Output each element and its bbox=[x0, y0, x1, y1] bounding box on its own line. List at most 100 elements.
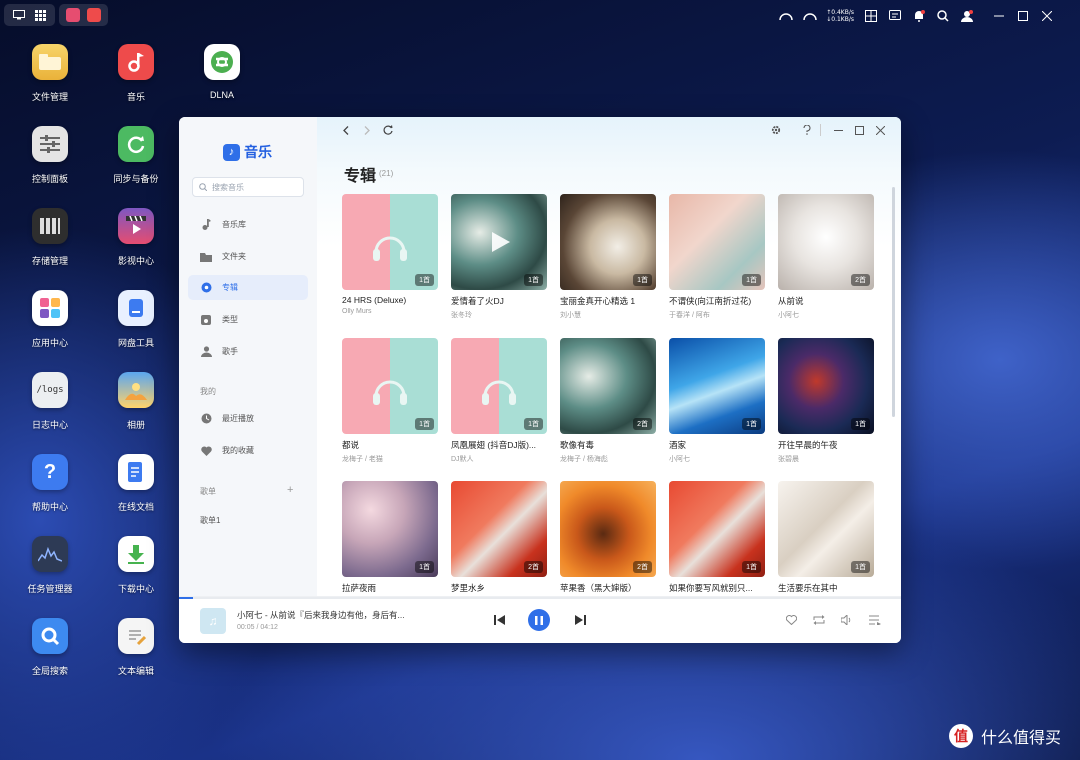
desktop-icon-text-editor[interactable]: 文本编辑 bbox=[96, 618, 176, 677]
album-cover[interactable]: 1首 bbox=[342, 481, 438, 577]
album-card[interactable]: 2首 从前说 小阿七 bbox=[778, 194, 874, 320]
album-card[interactable]: 2首苹果香（黑大婶版） bbox=[560, 481, 656, 597]
desktop-icon-photos[interactable]: 相册 bbox=[96, 372, 176, 431]
album-cover[interactable]: 2首 bbox=[778, 194, 874, 290]
desktop-icon-cloud-drive[interactable]: 网盘工具 bbox=[96, 290, 176, 349]
album-name[interactable]: 都说 bbox=[342, 439, 438, 451]
bell-icon[interactable] bbox=[911, 8, 926, 23]
search-icon[interactable] bbox=[935, 8, 950, 23]
nav-recent-played[interactable]: 最近播放 bbox=[188, 406, 308, 431]
album-card[interactable]: 1首如果你要写风就别只... bbox=[669, 481, 765, 597]
album-cover[interactable]: 1首 bbox=[669, 338, 765, 434]
desktop-icon-control-panel[interactable]: 控制面板 bbox=[10, 126, 90, 185]
playlist-queue-icon[interactable] bbox=[867, 612, 883, 628]
album-cover[interactable]: 1首 bbox=[560, 194, 656, 290]
back-icon[interactable] bbox=[339, 123, 353, 137]
add-playlist-button[interactable]: + bbox=[287, 484, 293, 496]
progress-bar[interactable] bbox=[179, 597, 901, 599]
album-cover[interactable]: 2首 bbox=[451, 481, 547, 577]
album-name[interactable]: 如果你要写风就别只... bbox=[669, 582, 765, 594]
nav-singers[interactable]: 歌手 bbox=[188, 339, 308, 364]
widgets-icon[interactable] bbox=[863, 8, 878, 23]
album-card[interactable]: 1首 酒家 小阿七 bbox=[669, 338, 765, 464]
desktop-icon-music[interactable]: 音乐 bbox=[96, 44, 176, 103]
desktop-icon-task-manager[interactable]: 任务管理器 bbox=[10, 536, 90, 595]
album-card[interactable]: 1首 都说 龙梅子 / 老猫 bbox=[342, 338, 438, 464]
desktop-icon-global-search[interactable]: 全局搜索 bbox=[10, 618, 90, 677]
search-input[interactable]: 搜索音乐 bbox=[192, 177, 304, 197]
maximize-icon[interactable] bbox=[1015, 8, 1030, 23]
album-card[interactable]: 1首 24 HRS (Deluxe) Olly Murs bbox=[342, 194, 438, 315]
favorite-heart-icon[interactable] bbox=[783, 612, 799, 628]
album-card[interactable]: 1首开往早晨的午夜 张碧晨 bbox=[778, 338, 874, 464]
window-minimize-icon[interactable] bbox=[831, 123, 845, 137]
album-artist[interactable]: 张碧晨 bbox=[778, 454, 874, 464]
minimize-icon[interactable] bbox=[991, 8, 1006, 23]
forward-icon[interactable] bbox=[360, 123, 374, 137]
playlist-item[interactable]: 歌单1 bbox=[200, 515, 220, 526]
album-name[interactable]: 苹果香（黑大婶版） bbox=[560, 582, 656, 594]
album-artist[interactable]: DJ默人 bbox=[451, 454, 547, 464]
desktop-icon-download-center[interactable]: 下载中心 bbox=[96, 536, 176, 595]
volume-icon[interactable] bbox=[839, 612, 855, 628]
desktop-icon-log-center[interactable]: /logs 日志中心 bbox=[10, 372, 90, 431]
nav-genres[interactable]: 类型 bbox=[188, 307, 308, 332]
album-card[interactable]: 1首 宝丽金真开心精选 1 刘小慧 bbox=[560, 194, 656, 320]
album-artist[interactable]: 张冬玲 bbox=[451, 310, 547, 320]
show-desktop-icon[interactable] bbox=[11, 8, 26, 23]
album-cover[interactable]: 1首 bbox=[778, 338, 874, 434]
album-artist[interactable]: 龙梅子 / 老猫 bbox=[342, 454, 438, 464]
settings-gear-icon[interactable] bbox=[769, 123, 783, 137]
album-cover[interactable]: 1首 bbox=[778, 481, 874, 577]
close-icon[interactable] bbox=[1039, 8, 1054, 23]
repeat-icon[interactable] bbox=[811, 612, 827, 628]
desktop-icon-help[interactable]: ? 帮助中心 bbox=[10, 454, 90, 513]
album-artist[interactable]: 龙梅子 / 杨海彪 bbox=[560, 454, 656, 464]
album-name[interactable]: 酒家 bbox=[669, 439, 765, 451]
album-card[interactable]: 1首爱情着了火DJ 张冬玲 bbox=[451, 194, 547, 320]
next-track-icon[interactable] bbox=[572, 612, 588, 628]
desktop-icon-video-center[interactable]: 影视中心 bbox=[96, 208, 176, 267]
album-name[interactable]: 24 HRS (Deluxe) bbox=[342, 295, 438, 305]
desktop-icon-file-manager[interactable]: 文件管理 bbox=[10, 44, 90, 103]
album-cover[interactable]: 1首 bbox=[451, 338, 547, 434]
album-card[interactable]: 1首拉萨夜雨 bbox=[342, 481, 438, 597]
album-card[interactable]: 1首凤凰展翅 (抖音DJ版)... DJ默人 bbox=[451, 338, 547, 464]
previous-track-icon[interactable] bbox=[491, 612, 507, 628]
album-cover[interactable]: 2首 bbox=[560, 338, 656, 434]
album-artist[interactable]: Olly Murs bbox=[342, 308, 438, 315]
pause-button[interactable] bbox=[528, 609, 550, 631]
album-artist[interactable]: 于春洋 / 阿布 bbox=[669, 310, 765, 320]
album-artist[interactable]: 刘小慧 bbox=[560, 310, 656, 320]
album-cover[interactable]: 1首 bbox=[669, 194, 765, 290]
album-name[interactable]: 开往早晨的午夜 bbox=[778, 439, 874, 451]
album-cover[interactable]: 2首 bbox=[560, 481, 656, 577]
nav-music-library[interactable]: 音乐库 bbox=[188, 212, 308, 237]
album-name[interactable]: 不谓侠(向江南折过花) bbox=[669, 295, 765, 307]
help-icon[interactable] bbox=[800, 123, 814, 137]
album-name[interactable]: 拉萨夜雨 bbox=[342, 582, 438, 594]
album-name[interactable]: 爱情着了火DJ bbox=[451, 295, 547, 307]
desktop-icon-storage[interactable]: 存储管理 bbox=[10, 208, 90, 267]
scrollbar[interactable] bbox=[892, 187, 895, 417]
album-cover[interactable]: 1首 bbox=[669, 481, 765, 577]
album-card[interactable]: 1首不谓侠(向江南折过花) 于春洋 / 阿布 bbox=[669, 194, 765, 320]
album-name[interactable]: 从前说 bbox=[778, 295, 874, 307]
desktop-icon-dlna[interactable]: DLNA bbox=[182, 44, 262, 100]
nav-albums[interactable]: 专辑 bbox=[188, 275, 308, 300]
nav-folders[interactable]: 文件夹 bbox=[188, 244, 308, 269]
nav-favorites[interactable]: 我的收藏 bbox=[188, 438, 308, 463]
cpu-gauge-icon[interactable] bbox=[778, 8, 793, 23]
album-cover[interactable]: 1首 bbox=[451, 194, 547, 290]
running-video-icon[interactable] bbox=[66, 8, 80, 22]
album-name[interactable]: 凤凰展翅 (抖音DJ版)... bbox=[451, 439, 547, 451]
window-maximize-icon[interactable] bbox=[852, 123, 866, 137]
ram-gauge-icon[interactable] bbox=[802, 8, 817, 23]
album-name[interactable]: 歌像有毒 bbox=[560, 439, 656, 451]
running-music-icon[interactable] bbox=[87, 8, 101, 22]
desktop-icon-app-center[interactable]: 应用中心 bbox=[10, 290, 90, 349]
app-grid-icon[interactable] bbox=[33, 8, 48, 23]
message-icon[interactable] bbox=[887, 8, 902, 23]
now-playing-cover[interactable]: ♫ bbox=[200, 608, 226, 634]
user-icon[interactable] bbox=[959, 8, 974, 23]
